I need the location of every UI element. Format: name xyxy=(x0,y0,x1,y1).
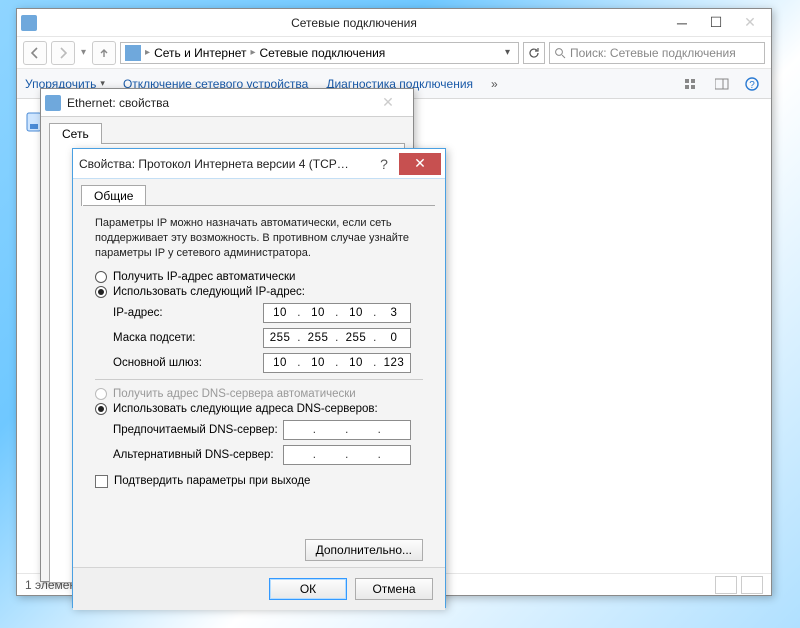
window-title: Сетевые подключения xyxy=(43,16,665,30)
forward-button[interactable] xyxy=(51,41,75,65)
row-ip-address: IP-адрес: 10. 10. 10. 3 xyxy=(113,303,423,323)
tab-strip: Общие xyxy=(73,179,445,205)
view-icon xyxy=(685,78,699,90)
ipv4-tab-body: Параметры IP можно назначать автоматичес… xyxy=(83,205,435,567)
breadcrumb-segment[interactable]: Сетевые подключения xyxy=(260,46,386,60)
svg-text:?: ? xyxy=(749,80,755,91)
help-icon: ? xyxy=(745,77,759,91)
search-placeholder: Поиск: Сетевые подключения xyxy=(570,46,736,60)
adapter-icon xyxy=(45,95,61,111)
checkbox-icon xyxy=(95,475,108,488)
row-dns-alternate: Альтернативный DNS-сервер: . . . xyxy=(113,445,423,465)
network-icon xyxy=(21,15,37,31)
label-dns-alternate: Альтернативный DNS-сервер: xyxy=(113,449,283,461)
radio-manual-ip[interactable]: Использовать следующий IP-адрес: xyxy=(95,286,423,298)
window-title: Ethernet: свойства xyxy=(67,96,367,110)
preview-pane-button[interactable] xyxy=(711,74,733,94)
row-dns-preferred: Предпочитаемый DNS-сервер: . . . xyxy=(113,420,423,440)
label-dns-preferred: Предпочитаемый DNS-сервер: xyxy=(113,424,283,436)
close-button[interactable]: ✕ xyxy=(399,153,441,175)
dns-preferred-input[interactable]: . . . xyxy=(283,420,411,440)
tab-network[interactable]: Сеть xyxy=(49,123,102,144)
maximize-button[interactable]: ☐ xyxy=(699,12,733,34)
tab-general[interactable]: Общие xyxy=(81,185,146,206)
breadcrumb-dropdown[interactable]: ▾ xyxy=(501,47,514,58)
description-text: Параметры IP можно назначать автоматичес… xyxy=(95,216,423,261)
breadcrumb[interactable]: ▸ Сеть и Интернет ▸ Сетевые подключения … xyxy=(120,42,519,64)
search-icon xyxy=(554,47,566,59)
ipv4-properties-dialog: Свойства: Протокол Интернета версии 4 (T… xyxy=(72,148,446,608)
close-button[interactable]: ✕ xyxy=(733,12,767,34)
separator xyxy=(95,379,423,380)
window-title: Свойства: Протокол Интернета версии 4 (T… xyxy=(77,157,369,171)
subnet-mask-input[interactable]: 255. 255. 255. 0 xyxy=(263,328,411,348)
view-options-button[interactable] xyxy=(681,74,703,94)
advanced-button[interactable]: Дополнительно... xyxy=(305,539,423,561)
radio-manual-dns[interactable]: Использовать следующие адреса DNS-сервер… xyxy=(95,403,423,415)
radio-label: Получить адрес DNS-сервера автоматически xyxy=(113,388,356,400)
ip-address-input[interactable]: 10. 10. 10. 3 xyxy=(263,303,411,323)
validate-on-exit-checkbox[interactable]: Подтвердить параметры при выходе xyxy=(95,475,423,488)
icons-view-button[interactable] xyxy=(741,576,763,594)
arrow-up-icon xyxy=(98,47,110,59)
radio-icon xyxy=(95,403,107,415)
more-commands[interactable]: » xyxy=(491,77,498,91)
breadcrumb-segment[interactable]: Сеть и Интернет xyxy=(154,46,246,60)
ok-button[interactable]: ОК xyxy=(269,578,347,600)
label-gateway: Основной шлюз: xyxy=(113,357,263,369)
label-ip: IP-адрес: xyxy=(113,307,263,319)
radio-icon xyxy=(95,388,107,400)
ipv4-titlebar[interactable]: Свойства: Протокол Интернета версии 4 (T… xyxy=(73,149,445,179)
pane-icon xyxy=(715,78,729,90)
dns-alternate-input[interactable]: . . . xyxy=(283,445,411,465)
nav-bar: ▾ ▸ Сеть и Интернет ▸ Сетевые подключени… xyxy=(17,37,771,69)
arrow-right-icon xyxy=(57,47,69,59)
gateway-input[interactable]: 10. 10. 10. 123 xyxy=(263,353,411,373)
radio-label: Получить IP-адрес автоматически xyxy=(113,271,295,283)
up-button[interactable] xyxy=(92,41,116,65)
arrow-left-icon xyxy=(29,47,41,59)
radio-label: Использовать следующие адреса DNS-сервер… xyxy=(113,403,378,415)
chevron-right-icon: ▸ xyxy=(145,47,150,58)
close-button[interactable]: ✕ xyxy=(367,92,409,114)
radio-icon xyxy=(95,271,107,283)
tab-strip: Сеть xyxy=(41,117,413,143)
radio-auto-ip[interactable]: Получить IP-адрес автоматически xyxy=(95,271,423,283)
back-button[interactable] xyxy=(23,41,47,65)
row-subnet-mask: Маска подсети: 255. 255. 255. 0 xyxy=(113,328,423,348)
radio-auto-dns: Получить адрес DNS-сервера автоматически xyxy=(95,388,423,400)
details-view-button[interactable] xyxy=(715,576,737,594)
chevron-right-icon: ▸ xyxy=(250,47,255,58)
dialog-buttons: ОК Отмена xyxy=(73,567,445,610)
search-input[interactable]: Поиск: Сетевые подключения xyxy=(549,42,765,64)
checkbox-label: Подтвердить параметры при выходе xyxy=(114,475,310,487)
control-panel-icon xyxy=(125,45,141,61)
explorer-titlebar[interactable]: Сетевые подключения ─ ☐ ✕ xyxy=(17,9,771,37)
radio-icon xyxy=(95,286,107,298)
refresh-icon xyxy=(528,47,540,59)
refresh-button[interactable] xyxy=(523,42,545,64)
row-gateway: Основной шлюз: 10. 10. 10. 123 xyxy=(113,353,423,373)
cancel-button[interactable]: Отмена xyxy=(355,578,433,600)
ethernet-titlebar[interactable]: Ethernet: свойства ✕ xyxy=(41,89,413,117)
minimize-button[interactable]: ─ xyxy=(665,12,699,34)
help-button[interactable]: ? xyxy=(741,74,763,94)
context-help-button[interactable]: ? xyxy=(369,156,399,172)
label-mask: Маска подсети: xyxy=(113,332,263,344)
recent-chevron-icon[interactable]: ▾ xyxy=(81,47,86,58)
radio-label: Использовать следующий IP-адрес: xyxy=(113,286,305,298)
